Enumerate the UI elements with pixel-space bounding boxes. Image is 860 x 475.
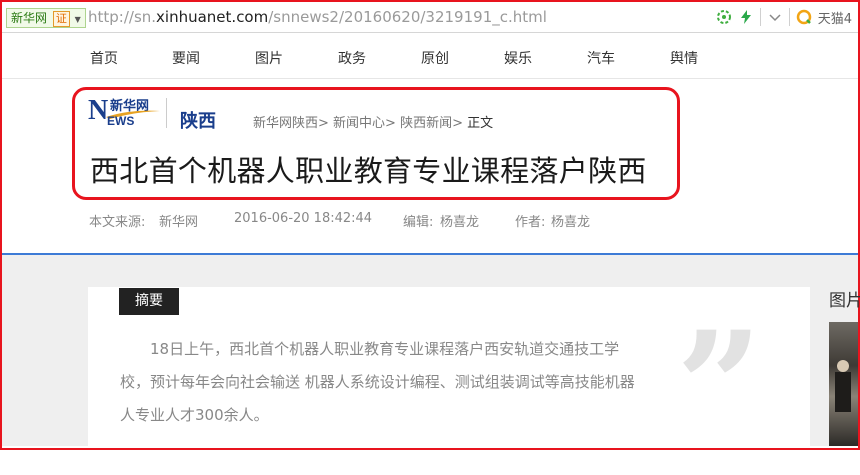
- editor-label: 编辑:: [403, 215, 434, 230]
- summary-text: 18日上午，西北首个机器人职业教育专业课程落户西安轨道交通技工学校，预计每年会向…: [120, 340, 635, 424]
- photo-figure-head: [837, 360, 849, 372]
- source-value: 新华网: [159, 215, 199, 230]
- chevron-down-icon[interactable]: ▼: [75, 15, 81, 24]
- sidebar-photo[interactable]: [829, 322, 858, 446]
- source-label: 本文来源:: [89, 215, 146, 230]
- address-bar[interactable]: 新华网 证 ▼ http://sn.xinhuanet.com/snnews2/…: [2, 2, 858, 33]
- nav-item-public-opinion[interactable]: 舆情: [670, 48, 698, 68]
- nav-item-entertainment[interactable]: 娱乐: [504, 48, 532, 68]
- site-identity-tag[interactable]: 新华网 证 ▼: [6, 8, 86, 28]
- lightning-icon[interactable]: [738, 9, 754, 25]
- nav-item-politics[interactable]: 政务: [338, 48, 366, 68]
- url-host: xinhuanet.com: [156, 8, 269, 26]
- main-nav: 首页 要闻 图片 政务 原创 娱乐 汽车 舆情: [2, 36, 858, 79]
- photo-figure-body: [835, 372, 851, 412]
- highlight-box: [72, 87, 680, 200]
- nav-item-news[interactable]: 要闻: [172, 48, 200, 68]
- author-label: 作者:: [515, 215, 546, 230]
- url-path: /snnews2/20160620/3219191_c.html: [268, 8, 547, 26]
- search-engine-icon[interactable]: [796, 9, 812, 25]
- editor-value: 杨喜龙: [440, 215, 480, 230]
- tmall-search-label[interactable]: 天猫4: [818, 8, 852, 27]
- toolbar-divider: [759, 8, 761, 26]
- site-tag-label: 新华网: [11, 11, 48, 25]
- quote-mark-icon: ”: [676, 299, 763, 475]
- summary-badge: 摘要: [119, 288, 179, 315]
- refresh-icon[interactable]: [716, 9, 732, 25]
- toolbar-divider: [788, 8, 790, 26]
- nav-item-auto[interactable]: 汽车: [587, 48, 615, 68]
- certificate-badge[interactable]: 证: [52, 11, 70, 27]
- publish-datetime: 2016-06-20 18:42:44: [234, 211, 373, 226]
- url-prefix: http://sn.: [88, 8, 157, 26]
- chevron-down-icon[interactable]: [767, 9, 783, 25]
- address-bar-tools: 天猫4: [716, 7, 852, 27]
- author-value: 杨喜龙: [551, 215, 591, 230]
- nav-item-photos[interactable]: 图片: [255, 48, 283, 68]
- sidebar-title: 图片: [829, 291, 860, 311]
- nav-item-original[interactable]: 原创: [421, 48, 449, 68]
- url-text[interactable]: http://sn.xinhuanet.com/snnews2/20160620…: [88, 8, 547, 26]
- nav-item-home[interactable]: 首页: [90, 48, 118, 68]
